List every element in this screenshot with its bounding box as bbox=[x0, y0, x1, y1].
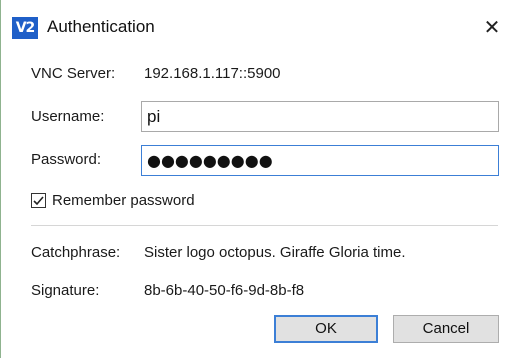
remember-password-label[interactable]: Remember password bbox=[52, 191, 195, 211]
authentication-dialog: V2 Authentication ✕ VNC Server: 192.168.… bbox=[0, 0, 507, 358]
server-label: VNC Server: bbox=[31, 65, 116, 82]
remember-password-checkbox[interactable] bbox=[31, 193, 46, 208]
server-address: 192.168.1.117::5900 bbox=[144, 65, 281, 82]
username-field[interactable]: pi bbox=[141, 101, 499, 132]
username-label: Username: bbox=[31, 108, 105, 125]
signature-label: Signature: bbox=[31, 282, 100, 299]
ok-button[interactable]: OK bbox=[274, 315, 378, 343]
password-label: Password: bbox=[31, 151, 102, 168]
window-title: Authentication bbox=[47, 17, 155, 36]
close-icon[interactable]: ✕ bbox=[481, 15, 503, 39]
catchphrase-value: Sister logo octopus. Giraffe Gloria time… bbox=[144, 244, 406, 261]
cancel-button[interactable]: Cancel bbox=[393, 315, 499, 343]
separator bbox=[31, 225, 498, 226]
checkmark-icon bbox=[33, 196, 44, 206]
password-field[interactable]: ●●●●●●●●● bbox=[141, 145, 499, 176]
password-mask: ●●●●●●●●● bbox=[147, 151, 273, 170]
catchphrase-label: Catchphrase: bbox=[31, 244, 121, 261]
signature-value: 8b-6b-40-50-f6-9d-8b-f8 bbox=[144, 282, 305, 299]
vnc-viewer-icon: V2 bbox=[12, 17, 38, 39]
title-bar: V2 Authentication ✕ bbox=[1, 0, 507, 52]
